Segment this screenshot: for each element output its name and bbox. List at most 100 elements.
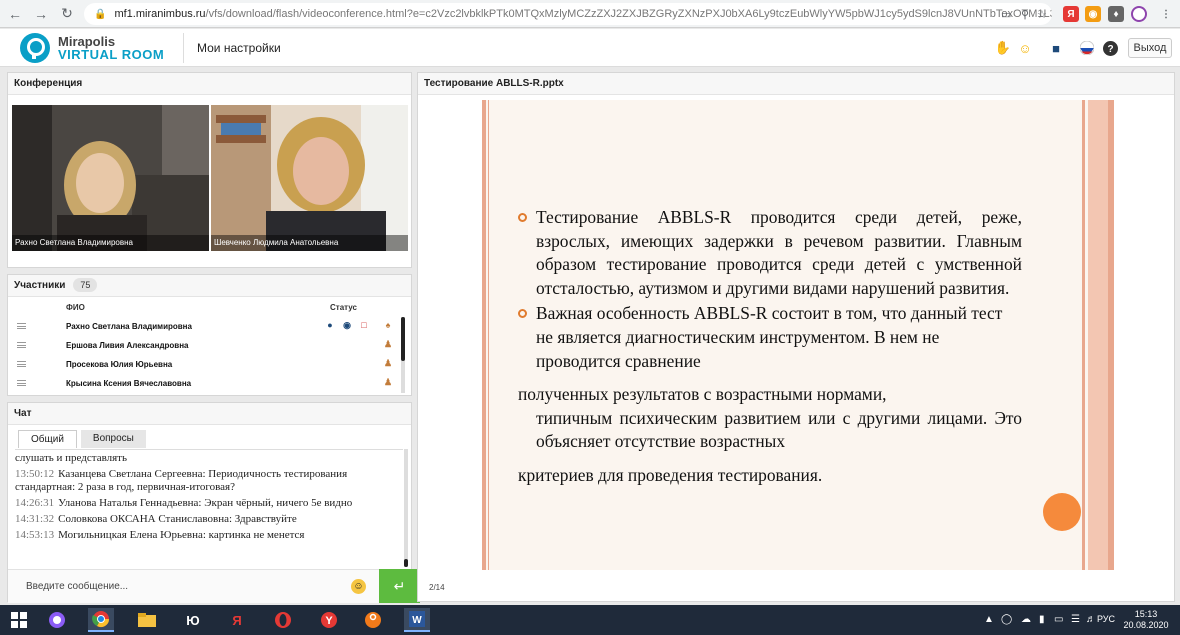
participant-row[interactable]: Ершова Ливия Александровна ♟ (8, 336, 402, 355)
lock-icon: 🔒 (94, 8, 107, 20)
bookmark-star-icon[interactable]: ☆ (1037, 8, 1047, 21)
chat-message: 14:31:32 Соловкова ОКСАНА Станиславовна: … (15, 513, 403, 526)
yandex-extension-icon[interactable]: Я (1063, 6, 1079, 22)
camera-icon[interactable]: ◉ (342, 320, 352, 332)
yandex-icon[interactable]: Я (224, 608, 250, 632)
menu-dots-icon[interactable]: ⋮ (1158, 6, 1174, 22)
chat-input-bar[interactable]: Введите сообщение... ☺ (8, 569, 417, 603)
participant-row[interactable]: Крысина Ксения Вячеславовна ♟ (8, 374, 402, 393)
slide-border-right (1082, 100, 1085, 570)
chat-scrollbar[interactable] (404, 449, 408, 567)
tray-app-icon[interactable]: ◯ (1001, 614, 1012, 625)
exit-button[interactable]: Выход (1128, 38, 1172, 58)
drag-handle-icon[interactable] (17, 342, 26, 348)
taskbar-clock[interactable]: 15:13 20.08.2020 (1122, 609, 1170, 631)
microphone-icon[interactable]: ● (325, 320, 335, 332)
listener-avatar-icon: ♟ (383, 377, 393, 387)
display-icon[interactable]: ▭ (1054, 614, 1063, 625)
svg-text:Y: Y (325, 615, 333, 627)
drag-handle-icon[interactable] (17, 323, 26, 329)
network-icon[interactable]: ☰ (1071, 614, 1080, 625)
slide-border-right-band (1088, 100, 1108, 570)
chat-scroll-thumb[interactable] (404, 559, 408, 567)
battery-icon[interactable]: ▮ (1039, 614, 1045, 625)
opera-icon[interactable] (270, 608, 296, 632)
tab-questions[interactable]: Вопросы (80, 430, 146, 448)
word-icon[interactable]: W (404, 608, 430, 632)
emoji-icon[interactable]: ☺ (1016, 39, 1034, 57)
video-tile-1[interactable]: Рахно Светлана Владимировна (12, 105, 209, 251)
chat-time: 14:31:32 (15, 513, 55, 525)
back-icon[interactable]: ← (4, 3, 26, 25)
participants-scrollbar[interactable] (401, 317, 405, 393)
chat-input-field[interactable]: Введите сообщение... (26, 581, 128, 592)
svg-text:?: ? (1107, 44, 1113, 55)
folder-icon[interactable]: ■ (1047, 39, 1065, 57)
onedrive-icon[interactable]: ☁ (1021, 614, 1031, 625)
reload-icon[interactable]: ↻ (56, 3, 78, 25)
file-explorer-icon[interactable] (134, 608, 160, 632)
language-indicator[interactable]: РУС (1097, 614, 1115, 624)
windows-taskbar: Ю Я Y W ▲ ◯ ☁ ▮ ▭ ☰ ♬ РУС 15:13 20.08.20… (0, 605, 1180, 635)
participant-row[interactable]: Просекова Юлия Юрьевна ♟ (8, 355, 402, 374)
tray-expand-icon[interactable]: ▲ (984, 614, 994, 625)
conference-title: Конференция (8, 73, 411, 95)
slide-orange-circle (1043, 493, 1081, 531)
participants-title-text: Участники (14, 280, 66, 291)
chat-log: слушать и представлять 13:50:12 Казанцева… (15, 449, 403, 569)
chat-text: Могильницкая Елена Юрьевна: картинка не … (58, 529, 305, 541)
zoom-icon[interactable]: ⚲ (1021, 8, 1029, 21)
participants-scroll-thumb[interactable] (401, 317, 405, 361)
header-divider (183, 33, 184, 63)
chat-message: 13:50:12 Казанцева Светлана Сергеевна: Пе… (15, 468, 403, 494)
puzzle-extension-icon[interactable]: ♦ (1108, 6, 1124, 22)
camera-extension-icon[interactable]: ◉ (1085, 6, 1101, 22)
col-name-header: ФИО (66, 303, 85, 312)
drag-handle-icon[interactable] (17, 361, 26, 367)
participants-header: ФИО Статус (8, 297, 411, 313)
chat-message-partial: слушать и представлять (15, 452, 127, 464)
slide-border-left (482, 100, 486, 570)
ok-icon[interactable] (360, 608, 386, 632)
clock-date: 20.08.2020 (1123, 620, 1169, 630)
chat-title: Чат (8, 403, 411, 425)
cast-icon[interactable]: ▭ (1001, 8, 1011, 21)
screen-share-icon[interactable]: □ (359, 320, 369, 332)
slide-viewport: Тестирование ABBLS-R проводится среди де… (420, 96, 1173, 576)
video-frame-1 (12, 105, 209, 251)
participant-name: Просекова Юлия Юрьевна (66, 360, 173, 369)
chrome-icon[interactable] (88, 608, 114, 632)
tab-general[interactable]: Общий (18, 430, 77, 448)
yandex-browser-icon[interactable]: Ю (180, 608, 206, 632)
chat-panel: Чат Общий Вопросы слушать и представлять… (7, 402, 420, 603)
address-bar[interactable]: 🔒 mf1.miranimbus.ru/vfs/download/flash/v… (84, 3, 1052, 25)
slide-bullet-1: Тестирование ABBLS-R проводится среди де… (518, 206, 1022, 300)
url-host: mf1.miranimbus.ru (114, 8, 206, 20)
help-icon[interactable]: ? (1101, 39, 1119, 57)
send-icon: ↵ (393, 578, 406, 594)
video-tile-2[interactable]: Шевченко Людмила Анатольевна (211, 105, 408, 251)
drag-handle-icon[interactable] (17, 380, 26, 386)
bullet-2-text-b: полученных результатов с возрастными нор… (518, 384, 887, 405)
emoji-picker-icon[interactable]: ☺ (351, 579, 366, 594)
alice-icon[interactable] (44, 608, 70, 632)
listener-avatar-icon: ♟ (383, 339, 393, 349)
participants-count-badge: 75 (73, 278, 98, 292)
participant-row[interactable]: Рахно Светлана Владимировна ● ◉ □ ♠ (8, 317, 402, 336)
volume-icon[interactable]: ♬ (1086, 614, 1096, 625)
raise-hand-icon[interactable]: ✋ (994, 39, 1012, 57)
chat-tabs: Общий Вопросы (18, 430, 146, 448)
yandex-y-icon[interactable]: Y (316, 608, 342, 632)
russian-flag-icon[interactable] (1078, 39, 1096, 57)
slide: Тестирование ABBLS-R проводится среди де… (482, 100, 1114, 570)
my-settings-link[interactable]: Мои настройки (197, 41, 281, 55)
conference-panel: Конференция Рахно Светлана Владимировна … (7, 72, 412, 268)
send-button[interactable]: ↵ (379, 569, 420, 603)
svg-text:W: W (412, 615, 422, 626)
clock-time: 15:13 (1134, 609, 1158, 619)
bullet-icon (518, 213, 527, 222)
forward-icon[interactable]: → (30, 3, 52, 25)
logo-mark-icon (20, 33, 50, 63)
windows-start-icon[interactable] (6, 608, 32, 632)
alice-extension-icon[interactable] (1131, 6, 1147, 22)
